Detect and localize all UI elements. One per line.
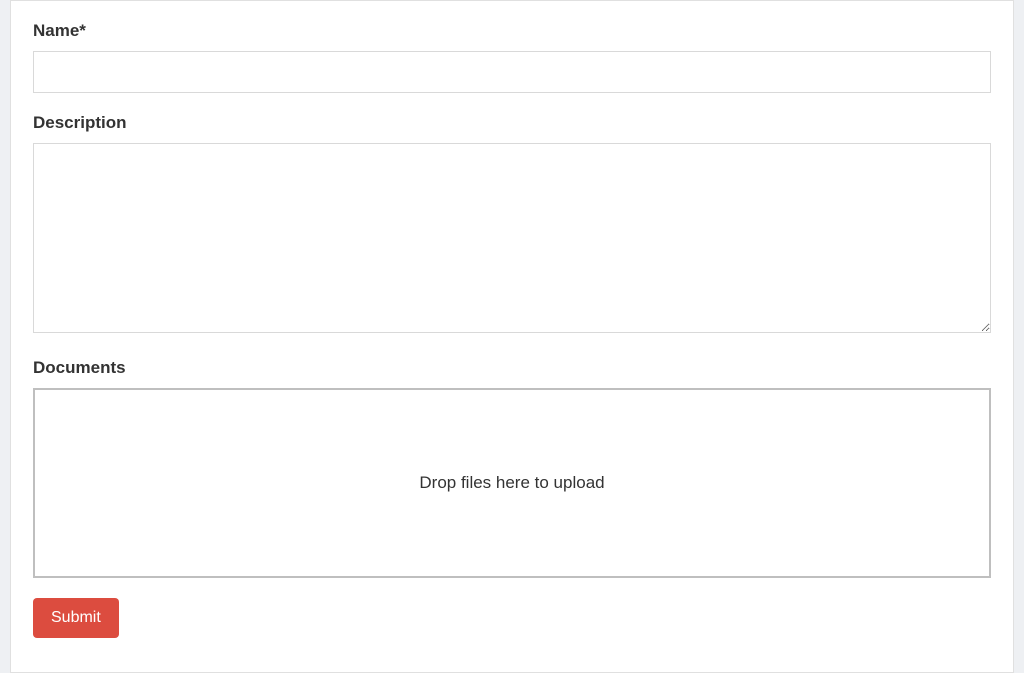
submit-button[interactable]: Submit <box>33 598 119 638</box>
description-group: Description <box>33 113 991 338</box>
name-label: Name* <box>33 21 991 41</box>
form-card: Name* Description Documents Drop files h… <box>10 0 1014 673</box>
description-label: Description <box>33 113 991 133</box>
page-container: Name* Description Documents Drop files h… <box>0 0 1024 673</box>
name-group: Name* <box>33 21 991 93</box>
documents-dropzone[interactable]: Drop files here to upload <box>33 388 991 578</box>
documents-group: Documents Drop files here to upload <box>33 358 991 578</box>
name-input[interactable] <box>33 51 991 93</box>
description-textarea[interactable] <box>33 143 991 333</box>
dropzone-text: Drop files here to upload <box>419 473 604 493</box>
documents-label: Documents <box>33 358 991 378</box>
